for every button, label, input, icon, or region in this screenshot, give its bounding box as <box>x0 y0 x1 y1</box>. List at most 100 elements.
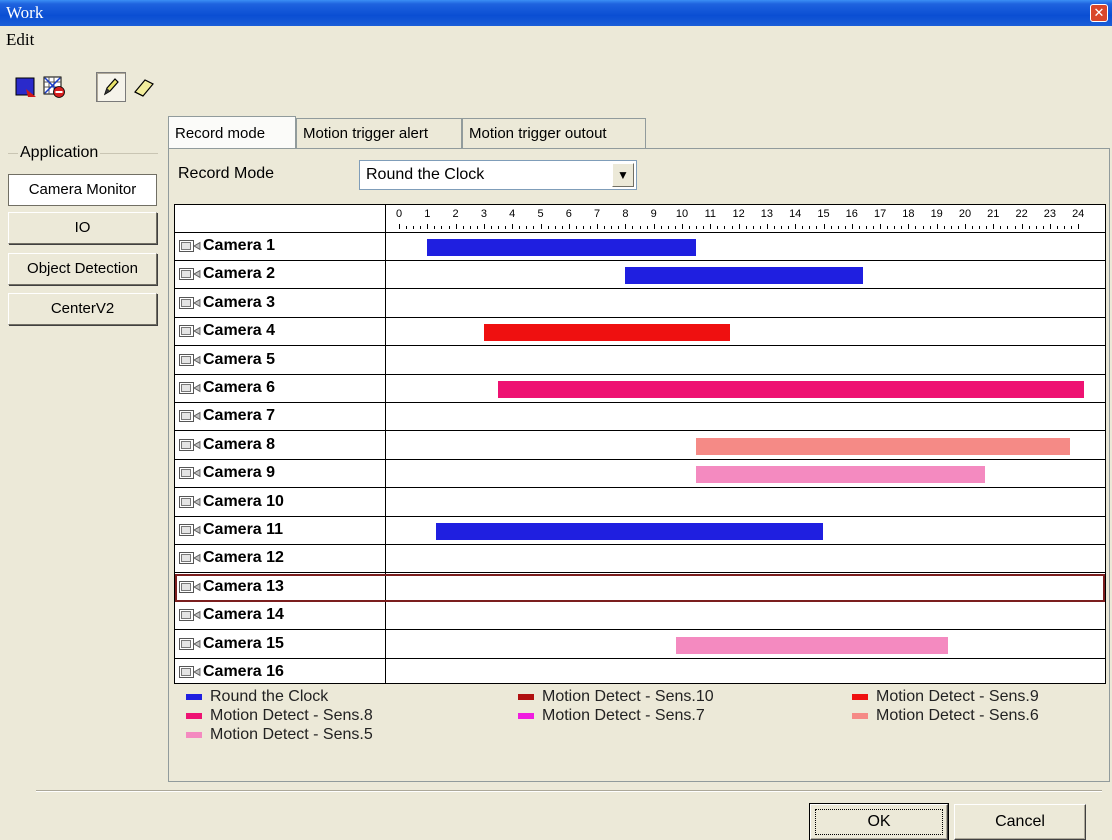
hour-tick <box>448 226 450 229</box>
menu-edit[interactable]: Edit <box>6 30 34 50</box>
tab-motion-trigger-outout[interactable]: Motion trigger outout <box>462 118 646 148</box>
camera-cell[interactable]: Camera 2 <box>178 265 383 285</box>
hour-tick <box>597 224 599 229</box>
schedule-bar[interactable] <box>427 239 697 256</box>
camera-name: Camera 15 <box>203 634 284 652</box>
camera-row[interactable]: Camera 9 <box>175 460 1105 489</box>
camera-cell[interactable]: Camera 3 <box>178 294 383 314</box>
schedule-bar[interactable] <box>676 636 948 654</box>
sidebar-item-camera-monitor[interactable]: Camera Monitor <box>8 174 157 206</box>
camera-cell[interactable]: Camera 1 <box>178 237 383 257</box>
legend-item: Motion Detect - Sens.9 <box>852 688 1039 706</box>
schedule-grid[interactable]: 0 1 2 3 4 5 6 7 8 9 10 11 12 13 14 15 16 17 18 19 20 21 22 23 24… <box>174 204 1106 684</box>
hour-tick <box>1049 224 1051 229</box>
grid-erase-icon[interactable] <box>42 75 66 99</box>
camera-cell[interactable]: Camera 15 <box>178 635 383 655</box>
hour-label: 24 <box>1072 208 1085 220</box>
schedule-bar[interactable] <box>696 466 985 484</box>
camera-row[interactable]: Camera 7 <box>175 403 1105 432</box>
title-bar[interactable]: Work ✕ <box>0 0 1112 26</box>
hour-tick <box>788 226 790 229</box>
tab-record-mode[interactable]: Record mode <box>168 116 296 148</box>
camera-row[interactable]: Camera 3 <box>175 290 1105 318</box>
camera-name: Camera 16 <box>203 663 284 680</box>
hour-tick <box>490 226 492 229</box>
hour-label: 9 <box>650 208 657 220</box>
schedule-bar[interactable] <box>696 437 1070 455</box>
camera-row[interactable]: Camera 8 <box>175 432 1105 460</box>
camera-cell[interactable]: Camera 5 <box>178 351 383 371</box>
camera-row[interactable]: Camera 1 <box>175 233 1105 261</box>
hour-tick <box>462 226 464 229</box>
camera-row[interactable]: Camera 2 <box>175 261 1105 290</box>
camera-cell[interactable]: Camera 12 <box>178 549 383 569</box>
hour-tick <box>498 226 500 229</box>
record-mode-select[interactable]: Round the Clock ▼ <box>359 160 637 190</box>
hour-tick <box>1021 224 1023 229</box>
close-icon[interactable]: ✕ <box>1090 4 1108 22</box>
hour-tick <box>590 226 592 229</box>
schedule-bar[interactable] <box>625 267 864 285</box>
camera-cell[interactable]: Camera 4 <box>178 322 383 342</box>
ok-button[interactable]: OK <box>809 803 949 840</box>
cancel-button[interactable]: Cancel <box>954 804 1086 840</box>
camera-icon <box>179 353 201 366</box>
camera-name: Camera 9 <box>203 464 276 482</box>
hour-tick <box>512 224 514 229</box>
hour-tick <box>745 226 747 229</box>
camera-cell[interactable]: Camera 13 <box>178 578 383 598</box>
eraser-icon[interactable] <box>132 75 156 99</box>
camera-name: Camera 2 <box>203 265 276 283</box>
hour-label: 6 <box>565 208 572 220</box>
hour-tick <box>519 226 521 229</box>
camera-row[interactable]: Camera 14 <box>175 602 1105 631</box>
pencil-icon[interactable] <box>96 72 126 102</box>
camera-row[interactable]: Camera 5 <box>175 347 1105 375</box>
hour-tick <box>823 224 825 229</box>
hour-tick <box>434 226 436 229</box>
hour-label: 11 <box>704 208 717 220</box>
camera-cell[interactable]: Camera 10 <box>178 493 383 513</box>
hour-tick <box>710 224 712 229</box>
camera-row[interactable]: Camera 6 <box>175 375 1105 403</box>
hour-tick <box>1078 224 1080 229</box>
schedule-bar[interactable] <box>498 381 1084 398</box>
camera-cell[interactable]: Camera 6 <box>178 379 383 399</box>
camera-row[interactable]: Camera 13 <box>175 573 1105 602</box>
camera-icon <box>179 580 201 593</box>
tab-motion-trigger-alert[interactable]: Motion trigger alert <box>296 118 462 148</box>
camera-row[interactable]: Camera 15 <box>175 631 1105 659</box>
sidebar-item-centerv2[interactable]: CenterV2 <box>8 293 157 325</box>
camera-row[interactable]: Camera 11 <box>175 517 1105 545</box>
camera-row[interactable]: Camera 16 <box>175 659 1105 687</box>
hour-tick <box>858 226 860 229</box>
camera-row[interactable]: Camera 4 <box>175 318 1105 347</box>
sidebar-item-io[interactable]: IO <box>8 212 157 244</box>
camera-row[interactable]: Camera 12 <box>175 545 1105 574</box>
color-swatch-icon[interactable] <box>14 75 38 99</box>
hour-tick <box>455 224 457 229</box>
camera-name: Camera 7 <box>203 407 276 425</box>
hour-label: 22 <box>1015 208 1028 220</box>
camera-cell[interactable]: Camera 16 <box>178 663 383 683</box>
camera-cell[interactable]: Camera 7 <box>178 407 383 427</box>
hour-tick <box>816 226 818 229</box>
hour-label: 23 <box>1043 208 1057 220</box>
sidebar-item-object-detection[interactable]: Object Detection <box>8 253 157 285</box>
schedule-bar[interactable] <box>483 324 731 342</box>
schedule-bar[interactable] <box>435 523 824 540</box>
hour-label: 10 <box>675 208 689 220</box>
camera-name: Camera 8 <box>203 435 276 453</box>
camera-cell[interactable]: Camera 9 <box>178 464 383 484</box>
camera-cell[interactable]: Camera 14 <box>178 606 383 626</box>
chevron-down-icon[interactable]: ▼ <box>612 163 634 187</box>
hour-tick <box>752 226 754 229</box>
camera-name: Camera 6 <box>203 379 276 396</box>
legend-label: Motion Detect - Sens.5 <box>210 726 373 743</box>
camera-cell[interactable]: Camera 11 <box>178 521 383 541</box>
camera-cell[interactable]: Camera 8 <box>178 436 383 456</box>
hour-tick <box>724 226 726 229</box>
hour-tick <box>689 226 691 229</box>
hour-tick <box>1000 226 1002 229</box>
camera-row[interactable]: Camera 10 <box>175 489 1105 517</box>
